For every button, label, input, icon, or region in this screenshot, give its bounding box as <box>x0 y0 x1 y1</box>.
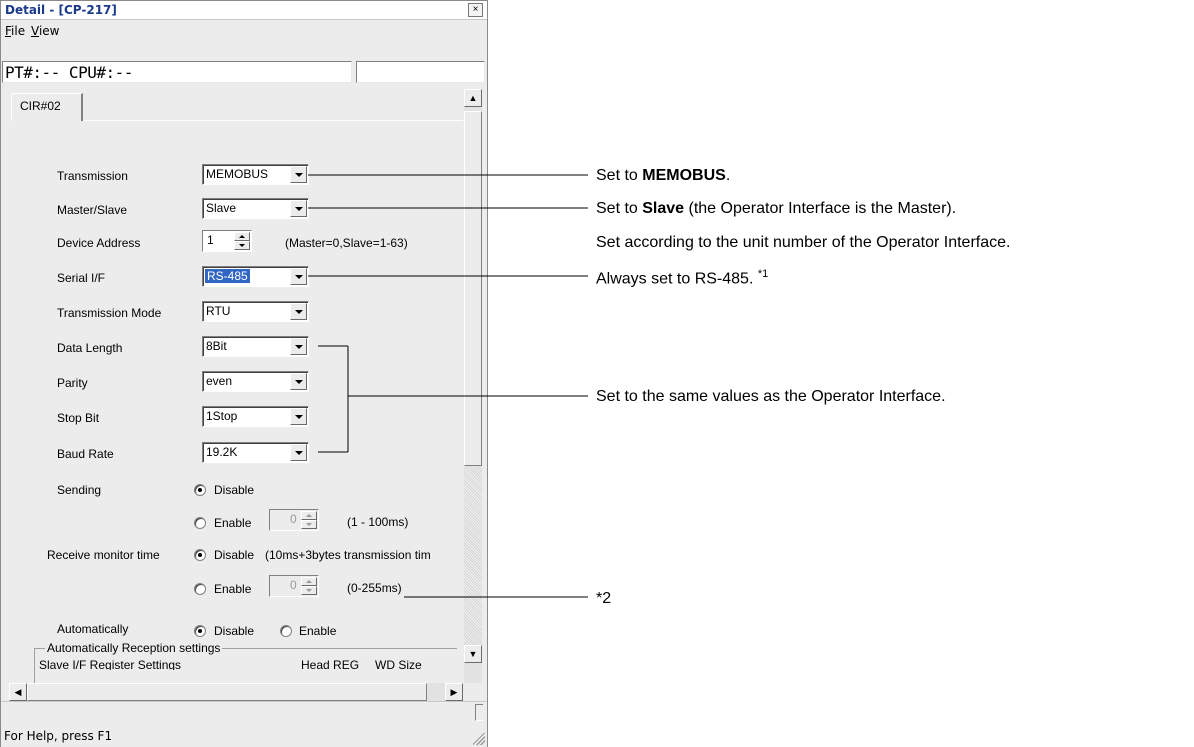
stop-bit-select[interactable]: 1Stop <box>202 406 309 427</box>
window-title: Detail - [CP-217] <box>5 3 117 17</box>
chevron-down-icon[interactable] <box>290 268 307 285</box>
scroll-down-icon[interactable]: ▼ <box>464 645 482 663</box>
scroll-left-icon[interactable]: ◀ <box>9 683 27 701</box>
menu-view[interactable]: View <box>31 24 59 38</box>
serial-if-label: Serial I/F <box>57 271 106 285</box>
auto-reception-row: Slave I/F Register Settings Head REG WD … <box>39 658 457 670</box>
parity-label: Parity <box>57 376 88 390</box>
chevron-down-icon[interactable] <box>290 303 307 320</box>
receive-time-spinner[interactable]: 0 <box>269 575 319 597</box>
note-rs485: Always set to RS-485. *1 <box>596 268 769 288</box>
chevron-down-icon[interactable] <box>290 444 307 461</box>
scroll-right-icon[interactable]: ▶ <box>445 683 463 701</box>
head-reg-header: Head REG <box>301 658 360 670</box>
device-address-label: Device Address <box>57 236 141 250</box>
receive-enable-label: Enable <box>214 582 252 596</box>
sending-disable-label: Disable <box>214 483 255 497</box>
chevron-down-icon[interactable] <box>290 338 307 355</box>
automatically-disable-label: Disable <box>214 624 255 638</box>
device-address-hint: (Master=0,Slave=1-63) <box>285 236 408 250</box>
stop-bit-label: Stop Bit <box>57 411 100 425</box>
receive-monitor-label: Receive monitor time <box>47 548 160 562</box>
tab-cir02[interactable]: CIR#02 <box>11 93 83 121</box>
automatically-label: Automatically <box>57 622 129 636</box>
device-address-spinner[interactable]: 1 <box>202 230 252 252</box>
menu-bar: File View <box>1 21 487 41</box>
serial-if-select[interactable]: RS-485 <box>202 266 309 287</box>
receive-disable-label: Disable <box>214 548 255 562</box>
note-unit-number: Set according to the unit number of the … <box>596 234 1011 251</box>
help-text: For Help, press F1 <box>4 729 113 743</box>
data-length-label: Data Length <box>57 341 123 355</box>
menu-file[interactable]: File <box>5 24 25 38</box>
vertical-scrollbar[interactable]: ▲ ▼ <box>464 89 482 683</box>
automatically-enable-label: Enable <box>299 624 337 638</box>
sending-enable-label: Enable <box>214 516 252 530</box>
automatically-enable-radio[interactable] <box>280 625 292 637</box>
spin-down-icon[interactable] <box>301 586 317 595</box>
baud-rate-select[interactable]: 19.2K <box>202 442 309 463</box>
pt-cpu-field: PT#:-- CPU#:-- <box>2 61 352 83</box>
sending-disable-radio[interactable] <box>194 484 206 496</box>
transmission-mode-select[interactable]: RTU <box>202 301 309 322</box>
close-button[interactable]: × <box>468 3 483 17</box>
auto-reception-title: Automatically Reception settings <box>45 641 223 655</box>
pt-cpu-text: PT#:-- CPU#:-- <box>5 63 133 82</box>
transmission-mode-label: Transmission Mode <box>57 306 162 320</box>
status-bar: For Help, press F1 <box>1 725 487 747</box>
transmission-select[interactable]: MEMOBUS <box>202 164 309 185</box>
receive-disable-radio[interactable] <box>194 549 206 561</box>
receive-enable-radio[interactable] <box>194 583 206 595</box>
sending-range: (1 - 100ms) <box>347 515 409 529</box>
note-memobus: Set to MEMOBUS. <box>596 167 731 184</box>
scroll-up-icon[interactable]: ▲ <box>464 89 482 107</box>
receive-range: (0-255ms) <box>347 581 402 595</box>
spin-down-icon[interactable] <box>234 241 250 250</box>
baud-rate-label: Baud Rate <box>57 447 114 461</box>
spin-up-icon[interactable] <box>234 232 250 241</box>
sending-time-spinner[interactable]: 0 <box>269 509 319 531</box>
horizontal-scroll-thumb[interactable] <box>27 683 427 701</box>
resize-grip-icon[interactable] <box>473 733 485 745</box>
sending-enable-radio[interactable] <box>194 517 206 529</box>
status-field <box>475 704 483 721</box>
note-slave: Set to Slave (the Operator Interface is … <box>596 200 957 217</box>
pt-cpu-extra-field <box>356 61 485 83</box>
parity-select[interactable]: even <box>202 371 309 392</box>
spin-up-icon[interactable] <box>301 511 317 520</box>
title-bar: Detail - [CP-217] × <box>1 1 487 20</box>
note-footnote2: *2 <box>596 590 612 607</box>
status-strip <box>1 701 487 723</box>
automatically-disable-radio[interactable] <box>194 625 206 637</box>
horizontal-scrollbar[interactable]: ◀ ▶ <box>9 683 463 701</box>
chevron-down-icon[interactable] <box>290 408 307 425</box>
spin-down-icon[interactable] <box>301 520 317 529</box>
sending-label: Sending <box>57 483 102 497</box>
transmission-label: Transmission <box>57 169 128 183</box>
receive-disable-hint: (10ms+3bytes transmission tim <box>265 548 431 562</box>
tab-line <box>83 120 463 121</box>
master-slave-select[interactable]: Slave <box>202 198 309 219</box>
chevron-down-icon[interactable] <box>290 373 307 390</box>
slave-if-register-label: Slave I/F Register Settings <box>39 658 182 670</box>
chevron-down-icon[interactable] <box>290 166 307 183</box>
wd-size-header: WD Size <box>375 658 422 670</box>
chevron-down-icon[interactable] <box>290 200 307 217</box>
note-same-values: Set to the same values as the Operator I… <box>596 388 946 405</box>
spin-up-icon[interactable] <box>301 577 317 586</box>
master-slave-label: Master/Slave <box>57 203 128 217</box>
vertical-scroll-track[interactable] <box>464 469 482 659</box>
data-length-select[interactable]: 8Bit <box>202 336 309 357</box>
vertical-scroll-thumb[interactable] <box>464 111 482 466</box>
detail-window: Detail - [CP-217] × File View PT#:-- CPU… <box>0 0 488 747</box>
